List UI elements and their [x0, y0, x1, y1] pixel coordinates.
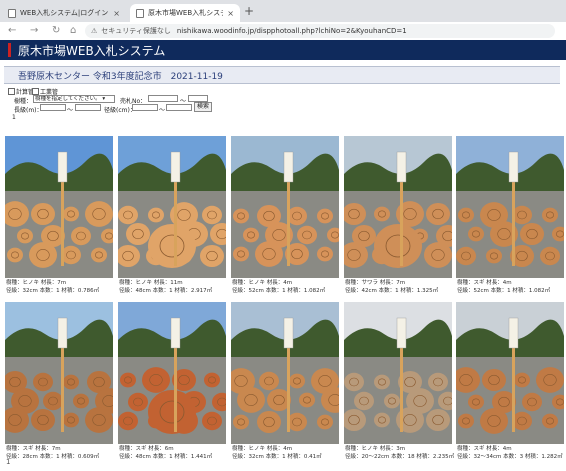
photo-card[interactable]: 樹種：ヒノキ 材長：11m 径級：48cm 本数：1 材積：2.917㎥: [118, 136, 226, 294]
species-select[interactable]: 樹種を指定してください。 ▾: [33, 95, 115, 103]
security-label: セキュリティ保護なし: [101, 27, 171, 35]
photo-caption-species: 樹種：スギ 材長：6m: [119, 446, 174, 452]
page-icon: [8, 8, 16, 18]
photo-card[interactable]: 樹種：ヒノキ 材長：4m 径級：52cm 本数：1 材積：1.082㎥: [231, 136, 339, 294]
search-button[interactable]: 検索: [194, 102, 212, 112]
forward-arrow-icon[interactable]: →: [30, 25, 38, 36]
photo-card[interactable]: 樹種：ヒノキ 材長：4m 径級：32cm 本数：1 材積：0.41㎥: [231, 302, 339, 460]
length-to-input[interactable]: [75, 104, 101, 111]
close-icon[interactable]: ×: [227, 9, 234, 18]
photo-caption-species: 樹種：サワラ 材長：7m: [345, 280, 406, 286]
photo-caption-volume: 径級：52cm 本数：1 材積：1.082㎥: [232, 288, 326, 294]
photo-caption-species: 樹種：ヒノキ 材長：3m: [345, 446, 406, 452]
site-header: 原木市場WEB入札システム: [0, 40, 566, 60]
result-count: 1: [12, 114, 16, 121]
log-photo[interactable]: [5, 136, 113, 278]
checkbox-calc[interactable]: 計算管: [8, 87, 34, 96]
photo-caption-species: 樹種：ヒノキ 材長：4m: [232, 446, 293, 452]
checkbox-box[interactable]: [32, 88, 39, 95]
log-photo[interactable]: [118, 136, 226, 278]
url-field[interactable]: ⚠ セキュリティ保護なし nishikawa.woodinfo.jp/dispp…: [85, 24, 555, 38]
photo-caption-volume: 径級：32～34cm 本数：3 材積：1.282㎥: [457, 454, 563, 460]
photo-caption-volume: 径級：42cm 本数：1 材積：1.325㎥: [345, 288, 439, 294]
checkbox-box[interactable]: [8, 88, 15, 95]
log-photo[interactable]: [344, 302, 452, 444]
species-value: 樹種を指定してください。: [35, 96, 101, 102]
auction-heading: 吾野原木センター 令和3年度記念市 2021-11-19: [4, 66, 560, 84]
log-photo[interactable]: [456, 136, 564, 278]
photo-caption-volume: 径級：48cm 本数：1 材積：2.917㎥: [119, 288, 213, 294]
photo-card[interactable]: 樹種：ヒノキ 材長：7m 径級：32cm 本数：1 材積：0.786㎥: [5, 136, 113, 294]
page-footer: 1: [6, 458, 11, 466]
diameter-to-input[interactable]: [166, 104, 192, 111]
home-icon[interactable]: ⌂: [70, 25, 76, 36]
range-separator: ～: [67, 107, 74, 114]
photo-caption-volume: 径級：20～22cm 本数：18 材積：2.235㎥: [345, 454, 455, 460]
address-bar: ← → ↻ ⌂ ⚠ セキュリティ保護なし nishikawa.woodinfo.…: [0, 22, 566, 41]
log-photo[interactable]: [5, 302, 113, 444]
photo-caption-species: 樹種：ヒノキ 材長：11m: [119, 280, 183, 286]
tab-title: WEB入札システム|ログイン: [20, 9, 109, 17]
header-accent: [8, 43, 11, 57]
page-icon: [136, 8, 144, 18]
back-arrow-icon[interactable]: ←: [8, 25, 16, 36]
photo-caption-species: 樹種：スギ 材長：7m: [6, 446, 61, 452]
diameter-from-input[interactable]: [132, 104, 158, 111]
log-photo[interactable]: [231, 302, 339, 444]
lot-to-input[interactable]: [188, 95, 208, 102]
browser-tab-bar: WEB入札システム|ログイン × 原木市場WEB入札システム写真一 × +: [0, 0, 566, 22]
photo-caption-species: 樹種：ヒノキ 材長：4m: [232, 280, 293, 286]
new-tab-button[interactable]: +: [244, 4, 254, 18]
photo-caption-volume: 径級：48cm 本数：1 材積：1.441㎥: [119, 454, 213, 460]
reload-icon[interactable]: ↻: [52, 25, 60, 36]
url-text: nishikawa.woodinfo.jp/dispphotoall.php?l…: [176, 27, 407, 35]
auction-title: 吾野原木センター 令和3年度記念市 2021-11-19: [18, 72, 223, 82]
photo-card[interactable]: 樹種：スギ 材長：4m 径級：52cm 本数：1 材積：1.082㎥: [456, 136, 564, 294]
close-icon[interactable]: ×: [113, 9, 120, 18]
log-photo[interactable]: [456, 302, 564, 444]
range-separator: ～: [159, 107, 166, 114]
photo-caption-species: 樹種：ヒノキ 材長：7m: [6, 280, 67, 286]
photo-caption-volume: 径級：52cm 本数：1 材積：1.082㎥: [457, 288, 551, 294]
log-photo[interactable]: [118, 302, 226, 444]
photo-caption-volume: 径級：32cm 本数：1 材積：0.786㎥: [6, 288, 100, 294]
log-photo[interactable]: [344, 136, 452, 278]
photo-card[interactable]: 樹種：スギ 材長：4m 径級：32～34cm 本数：3 材積：1.282㎥: [456, 302, 564, 460]
photo-caption-volume: 径級：32cm 本数：1 材積：0.41㎥: [232, 454, 322, 460]
photo-caption-volume: 径級：28cm 本数：1 材積：0.609㎥: [6, 454, 100, 460]
species-label: 樹種：: [14, 98, 33, 105]
length-label: 長級(m)：: [14, 107, 43, 114]
site-title: 原木市場WEB入札システム: [18, 44, 166, 58]
log-photo[interactable]: [231, 136, 339, 278]
photo-caption-species: 樹種：スギ 材長：4m: [457, 280, 512, 286]
photo-card[interactable]: 樹種：スギ 材長：6m 径級：48cm 本数：1 材積：1.441㎥: [118, 302, 226, 460]
warning-icon: ⚠: [91, 27, 98, 35]
photo-card[interactable]: 樹種：ヒノキ 材長：3m 径級：20～22cm 本数：18 材積：2.235㎥: [344, 302, 454, 460]
photo-caption-species: 樹種：スギ 材長：4m: [457, 446, 512, 452]
photo-card[interactable]: 樹種：サワラ 材長：7m 径級：42cm 本数：1 材積：1.325㎥: [344, 136, 452, 294]
tab-title: 原木市場WEB入札システム写真一: [148, 9, 223, 17]
tab-login[interactable]: WEB入札システム|ログイン ×: [2, 4, 126, 22]
length-from-input[interactable]: [40, 104, 66, 111]
lot-from-input[interactable]: [148, 95, 178, 102]
tab-photo-list[interactable]: 原木市場WEB入札システム写真一 ×: [130, 4, 240, 22]
photo-card[interactable]: 樹種：スギ 材長：7m 径級：28cm 本数：1 材積：0.609㎥: [5, 302, 113, 460]
